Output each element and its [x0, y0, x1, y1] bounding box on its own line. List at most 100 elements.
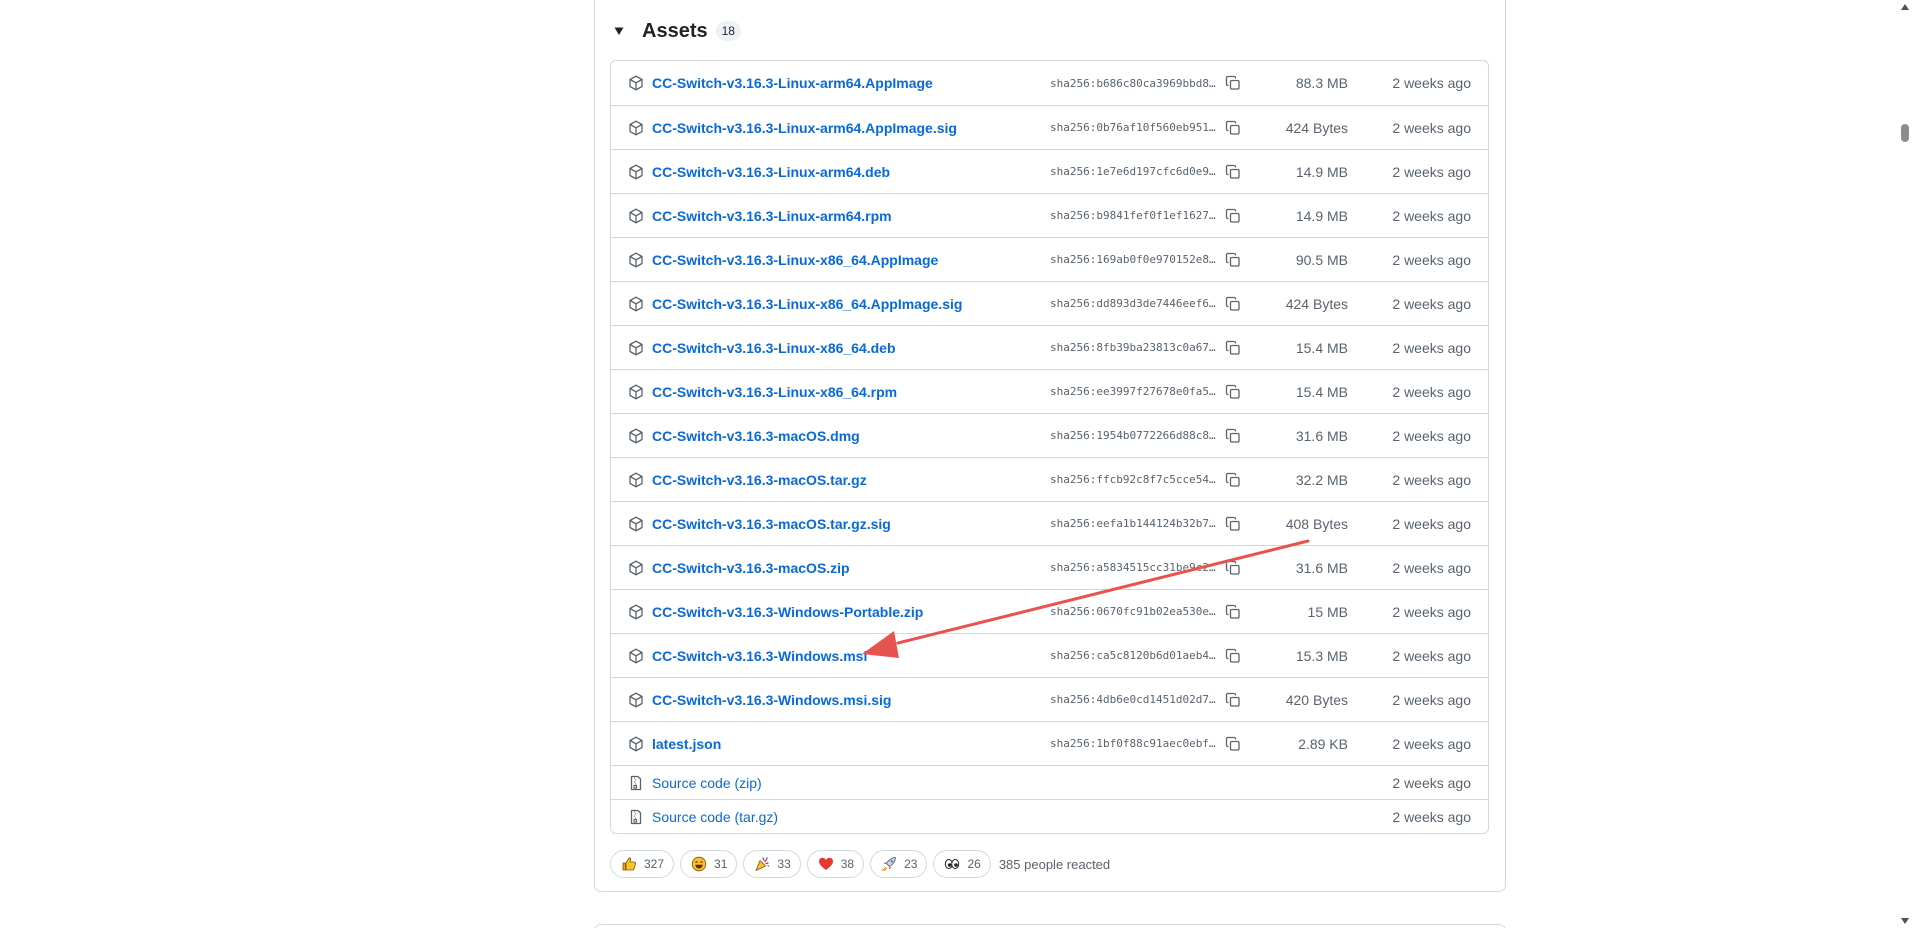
- asset-sha256: sha256:1954b0772266d88c8…: [1050, 429, 1216, 442]
- copy-icon[interactable]: [1224, 427, 1242, 445]
- source-code-link[interactable]: Source code (zip): [652, 775, 762, 791]
- reaction-button[interactable]: 327: [610, 850, 675, 878]
- copy-icon[interactable]: [1224, 207, 1242, 225]
- asset-download-link[interactable]: CC-Switch-v3.16.3-Linux-x86_64.AppImage: [652, 252, 938, 268]
- source-code-link[interactable]: Source code (tar.gz): [652, 809, 778, 825]
- page-scrollbar[interactable]: [1898, 0, 1912, 928]
- package-icon: [628, 472, 644, 488]
- asset-row: CC-Switch-v3.16.3-Linux-x86_64.AppImage.…: [611, 281, 1488, 325]
- reaction-button[interactable]: 33: [743, 850, 801, 878]
- package-icon: [628, 164, 644, 180]
- asset-download-link[interactable]: CC-Switch-v3.16.3-Linux-arm64.AppImage: [652, 75, 933, 91]
- source-code-label: Source code: [652, 808, 731, 825]
- asset-download-link[interactable]: CC-Switch-v3.16.3-Windows.msi: [652, 648, 867, 664]
- copy-icon[interactable]: [1224, 515, 1242, 533]
- asset-sha256: sha256:eefa1b144124b32b7…: [1050, 517, 1216, 530]
- asset-date: 2 weeks ago: [1392, 647, 1471, 664]
- reaction-button[interactable]: 23: [870, 850, 928, 878]
- asset-download-link[interactable]: CC-Switch-v3.16.3-Linux-x86_64.deb: [652, 340, 896, 356]
- source-code-row: Source code (zip) 2 weeks ago: [611, 765, 1488, 799]
- assets-header[interactable]: Assets 18: [610, 18, 741, 44]
- asset-download-link[interactable]: CC-Switch-v3.16.3-Linux-x86_64.AppImage.…: [652, 296, 962, 312]
- package-icon: [628, 692, 644, 708]
- asset-size: 15.4 MB: [1295, 383, 1348, 400]
- hooray-icon: [753, 855, 771, 873]
- package-icon: [628, 428, 644, 444]
- reactions-bar: 327 31 33 38 23 26 385 people reacted: [610, 850, 1110, 878]
- copy-icon[interactable]: [1224, 559, 1242, 577]
- asset-size: 408 Bytes: [1285, 515, 1348, 532]
- package-icon: [628, 384, 644, 400]
- asset-date: 2 weeks ago: [1392, 471, 1471, 488]
- asset-sha256: sha256:169ab0f0e970152e8…: [1050, 253, 1216, 266]
- asset-download-link[interactable]: latest.json: [652, 736, 721, 752]
- scroll-down-icon[interactable]: [1900, 916, 1910, 926]
- asset-download-link[interactable]: CC-Switch-v3.16.3-macOS.tar.gz: [652, 472, 867, 488]
- asset-download-link[interactable]: CC-Switch-v3.16.3-macOS.zip: [652, 560, 850, 576]
- package-icon: [628, 648, 644, 664]
- source-code-format: (tar.gz): [734, 808, 779, 825]
- reaction-button[interactable]: 31: [680, 850, 738, 878]
- source-code-label: Source code: [652, 774, 731, 791]
- asset-size: 32.2 MB: [1295, 471, 1348, 488]
- copy-icon[interactable]: [1224, 74, 1242, 92]
- package-icon: [628, 252, 644, 268]
- asset-row: CC-Switch-v3.16.3-Windows.msi.sig sha256:…: [611, 677, 1488, 721]
- scroll-up-icon[interactable]: [1900, 2, 1910, 12]
- asset-download-link[interactable]: CC-Switch-v3.16.3-Linux-arm64.deb: [652, 164, 890, 180]
- asset-download-link[interactable]: CC-Switch-v3.16.3-Windows.msi.sig: [652, 692, 891, 708]
- asset-download-link[interactable]: CC-Switch-v3.16.3-Linux-arm64.rpm: [652, 208, 892, 224]
- asset-sha256: sha256:a5834515cc31be9c2…: [1050, 561, 1216, 574]
- copy-icon[interactable]: [1224, 295, 1242, 313]
- reaction-button[interactable]: 26: [933, 850, 991, 878]
- copy-icon[interactable]: [1224, 471, 1242, 489]
- asset-date: 2 weeks ago: [1392, 691, 1471, 708]
- copy-icon[interactable]: [1224, 735, 1242, 753]
- asset-size: 2.89 KB: [1298, 735, 1348, 752]
- asset-sha256: sha256:ffcb92c8f7c5cce54…: [1050, 473, 1216, 486]
- copy-icon[interactable]: [1224, 647, 1242, 665]
- copy-icon[interactable]: [1224, 119, 1242, 137]
- package-icon: [628, 736, 644, 752]
- asset-row: CC-Switch-v3.16.3-Windows.msi sha256:ca5c…: [611, 633, 1488, 677]
- file-zip-icon: [628, 775, 644, 791]
- asset-download-link[interactable]: CC-Switch-v3.16.3-macOS.dmg: [652, 428, 860, 444]
- asset-sha256: sha256:1e7e6d197cfc6d0e9…: [1050, 165, 1216, 178]
- package-icon: [628, 516, 644, 532]
- asset-sha256: sha256:b686c80ca3969bbd8…: [1050, 76, 1216, 90]
- caret-down-icon[interactable]: [610, 26, 628, 36]
- asset-download-link[interactable]: CC-Switch-v3.16.3-Windows-Portable.zip: [652, 604, 923, 620]
- asset-download-link[interactable]: CC-Switch-v3.16.3-macOS.tar.gz.sig: [652, 516, 891, 532]
- copy-icon[interactable]: [1224, 383, 1242, 401]
- asset-date: 2 weeks ago: [1392, 75, 1471, 91]
- asset-size: 420 Bytes: [1285, 691, 1348, 708]
- asset-date: 2 weeks ago: [1392, 735, 1471, 752]
- package-icon: [628, 340, 644, 356]
- asset-sha256: sha256:4db6e0cd1451d02d7…: [1050, 693, 1216, 706]
- assets-count-badge: 18: [715, 21, 741, 41]
- copy-icon[interactable]: [1224, 163, 1242, 181]
- copy-icon[interactable]: [1224, 691, 1242, 709]
- source-code-format: (zip): [734, 774, 762, 791]
- laugh-icon: [690, 855, 708, 873]
- package-icon: [628, 604, 644, 620]
- release-page: Assets 18 CC-Switch-v3.16.3-Linux-arm64.…: [0, 0, 1912, 928]
- asset-size: 15 MB: [1307, 603, 1348, 620]
- asset-size: 15.4 MB: [1295, 339, 1348, 356]
- asset-date: 2 weeks ago: [1392, 339, 1471, 356]
- package-icon: [628, 75, 644, 91]
- asset-sha256: sha256:ca5c8120b6d01aeb4…: [1050, 649, 1216, 662]
- scrollbar-thumb[interactable]: [1901, 124, 1909, 142]
- assets-title: Assets: [642, 19, 708, 42]
- reaction-count: 31: [714, 857, 728, 871]
- assets-list: CC-Switch-v3.16.3-Linux-arm64.AppImage sh…: [610, 60, 1489, 834]
- copy-icon[interactable]: [1224, 339, 1242, 357]
- copy-icon[interactable]: [1224, 603, 1242, 621]
- asset-download-link[interactable]: CC-Switch-v3.16.3-Linux-x86_64.rpm: [652, 384, 897, 400]
- reaction-button[interactable]: 38: [806, 850, 865, 878]
- reaction-count: 38: [840, 857, 855, 871]
- asset-row: CC-Switch-v3.16.3-Linux-arm64.deb sha256:…: [611, 149, 1488, 193]
- asset-size: 424 Bytes: [1285, 295, 1348, 312]
- copy-icon[interactable]: [1224, 251, 1242, 269]
- asset-download-link[interactable]: CC-Switch-v3.16.3-Linux-arm64.AppImage.s…: [652, 120, 957, 136]
